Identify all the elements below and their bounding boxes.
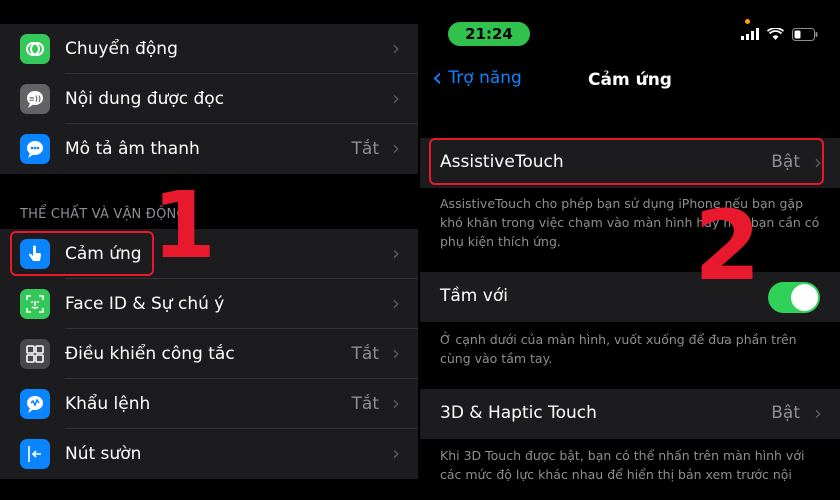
- motion-icon: [20, 34, 50, 64]
- settings-row-motion[interactable]: Chuyển động ›: [0, 24, 418, 74]
- svg-text:≡)): ≡)): [29, 95, 41, 103]
- settings-row-spoken-content[interactable]: ≡)) Nội dung được đọc ›: [0, 74, 418, 124]
- wifi-icon: [767, 28, 784, 40]
- switch-control-icon: [20, 339, 50, 369]
- side-button-icon: [20, 439, 50, 469]
- settings-row-label: Chuyển động: [65, 39, 178, 59]
- settings-row-label: 3D & Haptic Touch: [440, 403, 597, 423]
- settings-row-switch-control[interactable]: Điều khiển công tắc Tắt ›: [0, 329, 418, 379]
- chevron-right-icon: ›: [392, 341, 400, 365]
- chevron-right-icon: ›: [392, 391, 400, 415]
- settings-row-value: Tắt: [351, 344, 379, 364]
- settings-row-side-button[interactable]: Nút sườn ›: [0, 429, 418, 479]
- cellular-signal-icon: [741, 28, 759, 40]
- settings-row-value: Tắt: [351, 139, 379, 159]
- settings-row-haptic-touch[interactable]: 3D & Haptic Touch Bật ›: [420, 389, 840, 439]
- chevron-right-icon: ›: [392, 86, 400, 110]
- settings-row-label: Face ID & Sự chú ý: [65, 294, 225, 314]
- toggle-knob: [791, 284, 818, 311]
- face-id-icon: [20, 289, 50, 319]
- settings-row-voice-control[interactable]: Khẩu lệnh Tắt ›: [0, 379, 418, 429]
- status-time: 21:24: [448, 22, 530, 46]
- chevron-right-icon: ›: [392, 291, 400, 315]
- step-number-2: 2: [694, 190, 761, 302]
- privacy-indicator-dot: [745, 19, 750, 24]
- settings-row-value: Tắt: [351, 394, 379, 414]
- reachability-description: Ở cạnh dưới của màn hình, vuốt xuống để …: [440, 332, 797, 366]
- right-touch-panel: 21:24 ‹ Trợ năng Cảm ứng AssistiveTouch …: [420, 14, 840, 486]
- chevron-right-icon: ›: [392, 136, 400, 160]
- spoken-content-icon: ≡)): [20, 84, 50, 114]
- haptic-touch-description: Khi 3D Touch được bật, bạn có thể nhấn t…: [440, 448, 805, 482]
- settings-row-label: Tầm với: [440, 286, 508, 306]
- settings-row-reachability: Tầm với: [420, 272, 840, 322]
- battery-icon: [792, 27, 818, 41]
- settings-row-label: Điều khiển công tắc: [65, 344, 235, 364]
- settings-row-label: Khẩu lệnh: [65, 394, 151, 414]
- settings-row-label: Mô tả âm thanh: [65, 139, 200, 159]
- settings-row-face-id[interactable]: Face ID & Sự chú ý ›: [0, 279, 418, 329]
- assistivetouch-description: AssistiveTouch cho phép bạn sử dụng iPho…: [440, 196, 820, 249]
- chevron-right-icon: ›: [392, 36, 400, 60]
- chevron-right-icon: ›: [392, 241, 400, 265]
- chevron-right-icon: ›: [392, 441, 400, 465]
- page-title: Cảm ứng: [588, 70, 672, 90]
- settings-row-value: Bật: [771, 403, 800, 423]
- chevron-right-icon: ›: [814, 401, 822, 425]
- reachability-toggle[interactable]: [768, 282, 820, 313]
- highlight-box-touch: [10, 231, 154, 276]
- settings-row-audio-description[interactable]: Mô tả âm thanh Tắt ›: [0, 124, 418, 174]
- step-number-1: 1: [152, 172, 217, 279]
- settings-row-label: Nội dung được đọc: [65, 89, 225, 109]
- settings-row-label: Nút sườn: [65, 444, 142, 464]
- audio-description-icon: [20, 134, 50, 164]
- status-bar-icons: [741, 26, 818, 42]
- left-settings-panel: Chuyển động › ≡)) Nội dung được đọc › Mô…: [0, 14, 418, 486]
- voice-control-icon: [20, 389, 50, 419]
- highlight-box-assistivetouch: [429, 138, 824, 185]
